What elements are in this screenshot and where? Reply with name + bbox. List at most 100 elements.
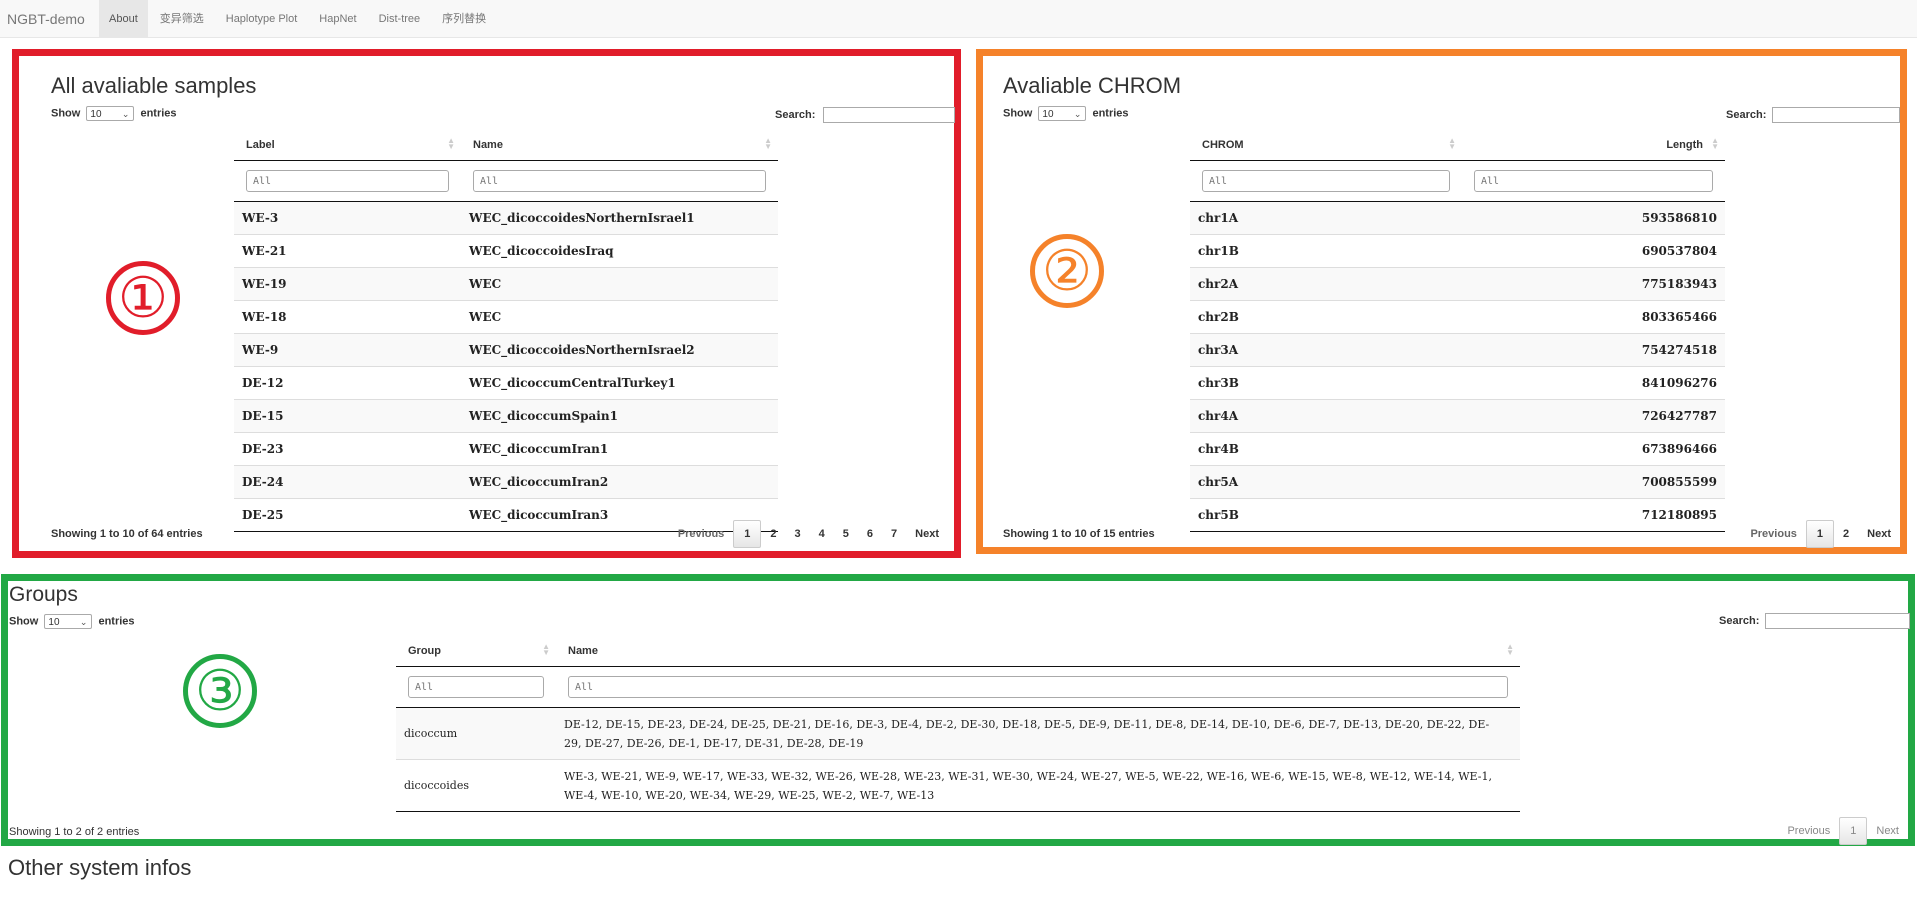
cell-label: WE-21 xyxy=(234,234,461,268)
pagination-previous[interactable]: Previous xyxy=(669,521,733,547)
cell-label: DE-12 xyxy=(234,366,461,400)
filter-cell xyxy=(1190,160,1462,202)
groups-panel: Groups Show 10 ⌄ entries Search: ③ Group ▲… xyxy=(1,574,1915,846)
cell-group: dicoccoides xyxy=(396,759,556,812)
pagination-page-7[interactable]: 7 xyxy=(882,521,906,547)
groups-title: Groups xyxy=(9,583,78,606)
groups-search-label: Search: xyxy=(1719,615,1760,627)
pagination-page-1[interactable]: 1 xyxy=(1805,520,1835,548)
name-filter-input[interactable] xyxy=(568,676,1508,698)
table-row[interactable]: chr1B 690537804 xyxy=(1190,234,1725,268)
chevron-down-icon: ⌄ xyxy=(121,109,130,119)
table-row[interactable]: WE-18 WEC xyxy=(234,300,778,334)
samples-page-length-select[interactable]: 10 ⌄ xyxy=(86,106,135,121)
length-filter-input[interactable] xyxy=(1474,170,1713,192)
cell-chrom: chr1B xyxy=(1190,234,1462,268)
entries-label: entries xyxy=(1092,107,1129,120)
table-row[interactable]: dicoccoides WE-3, WE-21, WE-9, WE-17, WE-… xyxy=(396,759,1520,812)
pagination-next[interactable]: Next xyxy=(1867,818,1908,844)
pagination-page-4[interactable]: 4 xyxy=(810,521,834,547)
pagination-next[interactable]: Next xyxy=(1858,521,1900,547)
cell-label: WE-18 xyxy=(234,300,461,334)
pagination-page-5[interactable]: 5 xyxy=(834,521,858,547)
cell-label: WE-9 xyxy=(234,333,461,367)
table-row[interactable]: chr4A 726427787 xyxy=(1190,399,1725,433)
sort-icon: ▲ ▼ xyxy=(1711,136,1719,151)
nav-hapnet[interactable]: HapNet xyxy=(309,0,366,38)
table-row[interactable]: WE-3 WEC_dicoccoidesNorthernIsrael1 xyxy=(234,201,778,235)
cell-name: WEC_dicoccumCentralTurkey1 xyxy=(461,366,778,400)
cell-chrom: chr4A xyxy=(1190,399,1462,433)
chrom-filter-input[interactable] xyxy=(1202,170,1450,192)
name-filter-input[interactable] xyxy=(473,170,766,192)
table-row[interactable]: WE-21 WEC_dicoccoidesIraq xyxy=(234,234,778,268)
samples-info: Showing 1 to 10 of 64 entries xyxy=(51,528,203,540)
pagination-next[interactable]: Next xyxy=(906,521,948,547)
page-length-value: 10 xyxy=(90,109,102,120)
table-row[interactable]: chr3A 754274518 xyxy=(1190,333,1725,367)
cell-length: 673896466 xyxy=(1462,432,1725,466)
entries-label: entries xyxy=(140,107,177,120)
navbar: NGBT-demo About 变异筛选 Haplotype Plot HapN… xyxy=(0,0,1917,38)
table-row[interactable]: chr2A 775183943 xyxy=(1190,267,1725,301)
pagination-previous[interactable]: Previous xyxy=(1741,521,1805,547)
column-header-label[interactable]: Label ▲ ▼ xyxy=(234,130,461,161)
table-row[interactable]: chr2B 803365466 xyxy=(1190,300,1725,334)
samples-search-input[interactable] xyxy=(823,107,955,123)
table-row[interactable]: WE-9 WEC_dicoccoidesNorthernIsrael2 xyxy=(234,333,778,367)
pagination-previous[interactable]: Previous xyxy=(1778,818,1839,844)
cell-label: DE-15 xyxy=(234,399,461,433)
pagination-page-2[interactable]: 2 xyxy=(761,521,785,547)
chrom-panel: Avaliable CHROM Show 10 ⌄ entries Search:… xyxy=(976,49,1907,554)
pagination-page-1[interactable]: 1 xyxy=(733,520,762,548)
nav-variant-filter[interactable]: 变异筛选 xyxy=(150,0,214,38)
cell-length: 754274518 xyxy=(1462,333,1725,367)
table-row[interactable]: chr5A 700855599 xyxy=(1190,465,1725,499)
column-header-name[interactable]: Name ▲ ▼ xyxy=(461,130,778,161)
groups-page-length-select[interactable]: 10 ⌄ xyxy=(44,614,93,629)
pagination-page-6[interactable]: 6 xyxy=(858,521,882,547)
nav-haplotype-plot[interactable]: Haplotype Plot xyxy=(216,0,308,38)
cell-length: 712180895 xyxy=(1462,498,1725,532)
chrom-page-length-select[interactable]: 10 ⌄ xyxy=(1038,106,1087,121)
cell-chrom: chr2B xyxy=(1190,300,1462,334)
table-row[interactable]: DE-12 WEC_dicoccumCentralTurkey1 xyxy=(234,366,778,400)
pagination-page-2[interactable]: 2 xyxy=(1834,521,1858,547)
column-header-group[interactable]: Group ▲ ▼ xyxy=(396,636,556,667)
nav-about[interactable]: About xyxy=(99,0,148,38)
pagination-page-1[interactable]: 1 xyxy=(1839,817,1868,845)
samples-length-control: Show 10 ⌄ entries xyxy=(51,106,177,121)
cell-chrom: chr4B xyxy=(1190,432,1462,466)
chrom-pagination: Previous 1 2 Next xyxy=(1741,520,1900,548)
groups-table: Group▲▼ Name▲▼ dicoccumDE-12, DE-15, DE-… xyxy=(396,636,1520,812)
cell-length: 803365466 xyxy=(1462,300,1725,334)
sort-icon: ▲ ▼ xyxy=(1506,642,1514,657)
column-header-name[interactable]: Name ▲ ▼ xyxy=(556,636,1520,667)
table-row[interactable]: chr4B 673896466 xyxy=(1190,432,1725,466)
cell-chrom: chr1A xyxy=(1190,201,1462,235)
circled-3: ③ xyxy=(183,654,257,728)
column-header-chrom[interactable]: CHROM ▲ ▼ xyxy=(1190,130,1462,161)
table-row[interactable]: DE-23 WEC_dicoccumIran1 xyxy=(234,432,778,466)
groups-search-input[interactable] xyxy=(1765,613,1910,629)
table-row[interactable]: chr3B 841096276 xyxy=(1190,366,1725,400)
label-filter-input[interactable] xyxy=(246,170,449,192)
nav-sequence-replace[interactable]: 序列替换 xyxy=(432,0,496,38)
group-filter-input[interactable] xyxy=(408,676,544,698)
chrom-search-input[interactable] xyxy=(1772,107,1900,123)
navbar-brand[interactable]: NGBT-demo xyxy=(7,0,85,38)
table-row[interactable]: chr5B 712180895 xyxy=(1190,498,1725,532)
cell-chrom: chr2A xyxy=(1190,267,1462,301)
cell-label: WE-19 xyxy=(234,267,461,301)
cell-length: 700855599 xyxy=(1462,465,1725,499)
nav-dist-tree[interactable]: Dist-tree xyxy=(369,0,431,38)
table-row[interactable]: DE-24 WEC_dicoccumIran2 xyxy=(234,465,778,499)
column-header-length[interactable]: Length ▲ ▼ xyxy=(1462,130,1725,161)
circled-2: ② xyxy=(1030,234,1104,308)
table-row[interactable]: DE-15 WEC_dicoccumSpain1 xyxy=(234,399,778,433)
table-row[interactable]: dicoccum DE-12, DE-15, DE-23, DE-24, DE-2… xyxy=(396,707,1520,760)
table-row[interactable]: chr1A 593586810 xyxy=(1190,201,1725,235)
pagination-page-3[interactable]: 3 xyxy=(786,521,810,547)
table-row[interactable]: WE-19 WEC xyxy=(234,267,778,301)
cell-chrom: chr3B xyxy=(1190,366,1462,400)
